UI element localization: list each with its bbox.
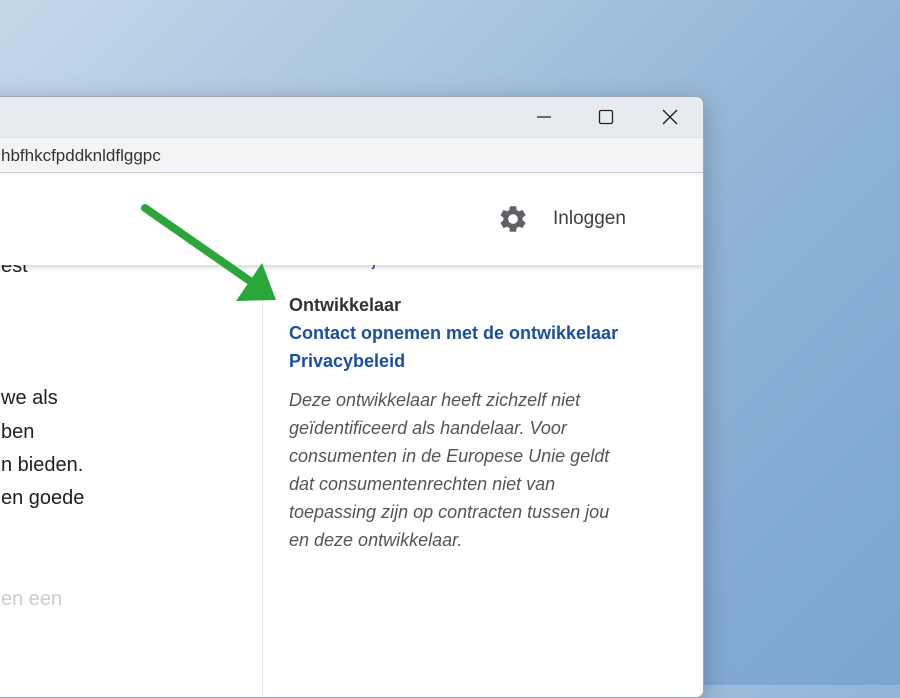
developer-heading: Ontwikkelaar (289, 295, 402, 315)
description-line: ben (1, 421, 35, 443)
page-content: Inloggen est we als ben n bieden. en goe… (0, 175, 703, 697)
column-divider (262, 261, 263, 697)
privacy-policy-link[interactable]: Privacybeleid (289, 351, 669, 372)
trader-notice: Deze ontwikkelaar heeft zichzelf niet ge… (289, 386, 669, 554)
trader-notice-line: dat consumentenrechten niet van (289, 474, 556, 494)
description-line-faded: en een (1, 588, 63, 610)
maximize-icon (598, 109, 614, 125)
trader-notice-line: Deze ontwikkelaar heeft zichzelf niet (289, 390, 581, 410)
close-button[interactable] (638, 97, 702, 137)
login-button[interactable]: Inloggen (553, 208, 626, 230)
trader-notice-line: consumenten in de Europese Unie geldt (289, 446, 610, 466)
trader-notice-line: toepassing zijn op contracten tussen jou (289, 502, 610, 522)
maximize-button[interactable] (574, 97, 638, 137)
description-line: n bieden. (1, 454, 84, 476)
address-bar[interactable]: hbfhkcfpddknldflggpc (0, 137, 703, 173)
trader-notice-line: en deze ontwikkelaar. (289, 530, 463, 550)
trader-notice-line: geïdentificeerd als handelaar. Voor (289, 418, 567, 438)
title-bar (0, 97, 703, 137)
close-icon (662, 109, 678, 125)
description-line: en goede (1, 487, 85, 509)
contact-developer-link[interactable]: Contact opnemen met de ontwikkelaar (289, 323, 669, 344)
description-line: we als (1, 387, 58, 409)
address-text[interactable]: hbfhkcfpddknldflggpc (1, 146, 161, 166)
browser-window: hbfhkcfpddknldflggpc Inloggen est we als… (0, 96, 704, 698)
store-header: Inloggen (0, 175, 703, 265)
minimize-icon (537, 116, 551, 118)
minimize-button[interactable] (512, 97, 576, 137)
gear-icon[interactable] (497, 203, 529, 235)
